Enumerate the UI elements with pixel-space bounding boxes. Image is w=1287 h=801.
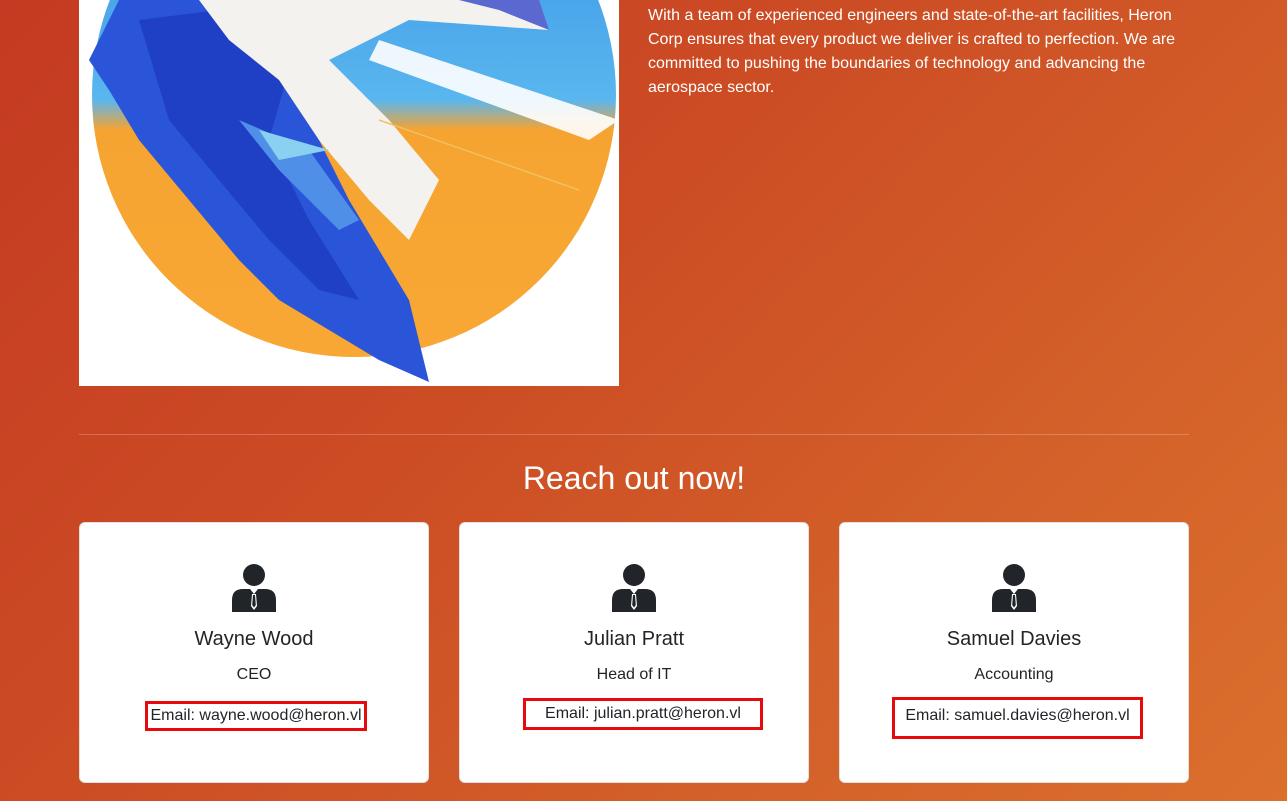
heron-logo-image <box>79 0 619 386</box>
user-tie-icon <box>612 564 656 612</box>
contact-card-samuel-davies: Samuel Davies Accounting Email: samuel.d… <box>839 522 1189 783</box>
email-link[interactable]: julian.pratt@heron.vl <box>594 704 741 724</box>
email-prefix: Email: <box>905 707 955 724</box>
heron-logo-icon <box>89 0 619 382</box>
contact-role: Accounting <box>974 666 1054 683</box>
user-tie-icon <box>992 564 1036 612</box>
contact-email: Email: wayne.wood@heron.vl <box>145 701 367 731</box>
email-prefix: Email: <box>545 705 594 722</box>
contact-name: Wayne Wood <box>194 628 314 650</box>
contact-section-title: Reach out now! <box>522 460 746 496</box>
contact-card-julian-pratt: Julian Pratt Head of IT Email: julian.pr… <box>459 522 809 783</box>
section-divider <box>79 434 1189 435</box>
contact-name: Samuel Davies <box>946 628 1082 650</box>
about-paragraph: With a team of experienced engineers and… <box>648 7 1176 96</box>
email-prefix: Email: <box>150 707 200 724</box>
user-tie-icon <box>232 564 276 612</box>
email-link[interactable]: wayne.wood@heron.vl <box>199 706 361 726</box>
contact-role: CEO <box>236 666 272 683</box>
contact-email: Email: julian.pratt@heron.vl <box>523 698 763 730</box>
contact-name: Julian Pratt <box>583 628 685 650</box>
contact-role: Head of IT <box>596 666 672 683</box>
contact-card-wayne-wood: Wayne Wood CEO Email: wayne.wood@heron.v… <box>79 522 429 783</box>
contact-email: Email: samuel.davies@heron.vl <box>892 697 1143 739</box>
email-link[interactable]: samuel.davies@heron.vl <box>954 706 1129 726</box>
